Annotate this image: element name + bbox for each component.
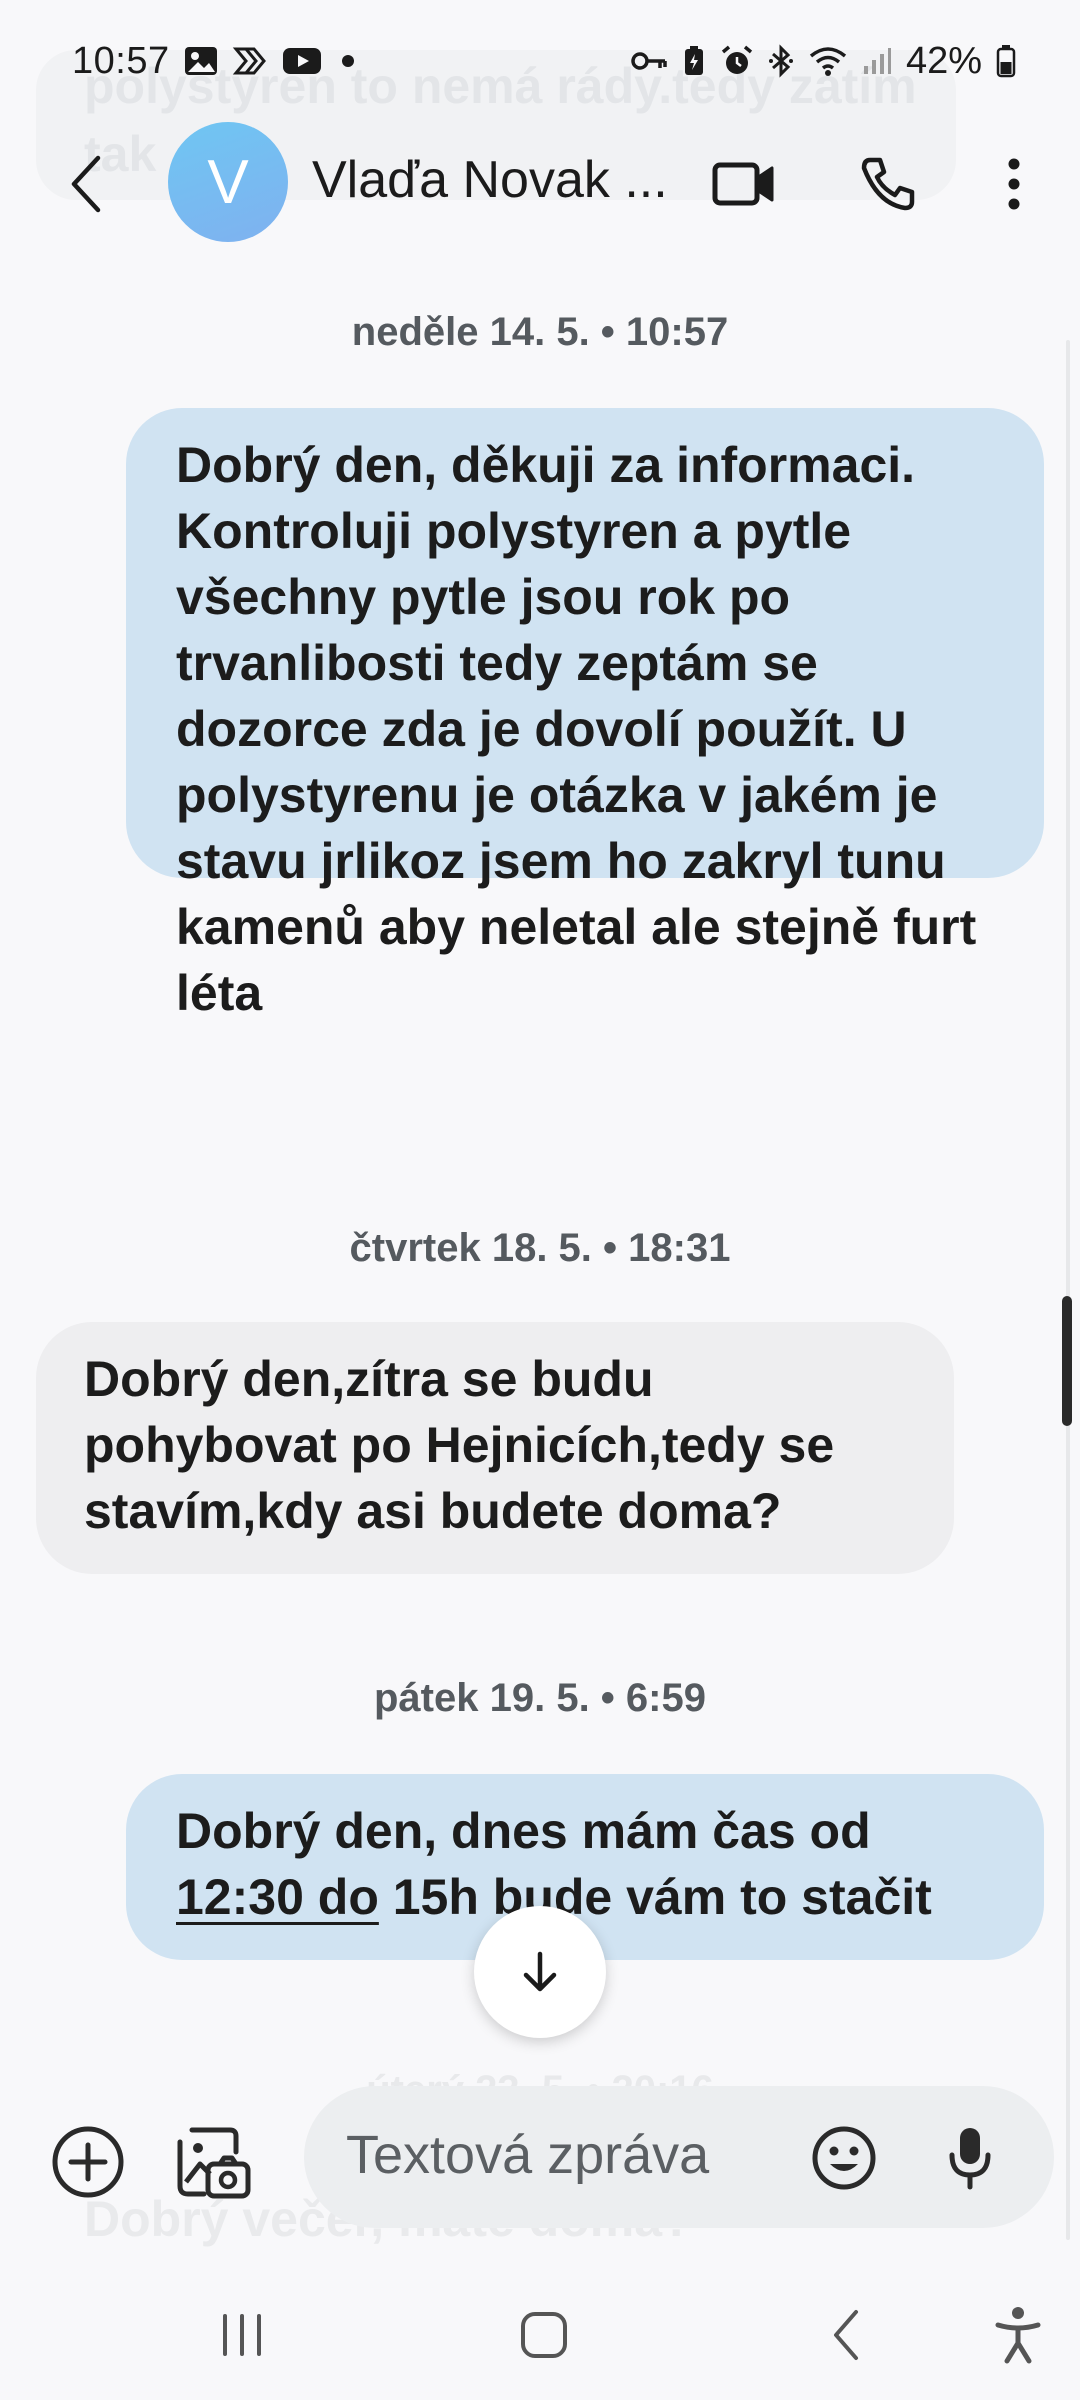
chevron-left-icon [71,155,101,213]
arrow-down-icon [523,1951,557,1992]
back-button[interactable] [56,152,116,216]
scroll-to-bottom-button[interactable] [474,1906,606,2038]
accessibility-icon [995,2307,1041,2364]
emoji-icon [812,2126,876,2190]
recent-apps-icon [223,2314,261,2356]
date-separator: neděle 14. 5. • 10:57 [351,310,729,354]
message-list[interactable]: neděle 14. 5. • 10:57 Dobrý den, děkuji … [0,246,1080,2076]
more-options-button[interactable] [978,148,1050,220]
voice-input-button[interactable] [934,2122,1006,2194]
vpn-key-icon [630,49,668,73]
gallery-icon [184,46,218,76]
message-line: Dobrý den, dnes mám čas od [176,1803,871,1859]
bluetooth-icon [768,44,794,78]
dot-icon [336,49,360,73]
message-input-placeholder: Textová zpráva [346,2125,710,2185]
microphone-icon [949,2128,991,2190]
recent-apps-button[interactable] [202,2300,282,2370]
system-navigation-bar [0,2270,1080,2400]
battery-saver-icon [682,45,706,77]
messages-screen: 10:57 42% polystyren to nemá rády.tedy z… [0,0,1080,2400]
status-right: 42% [630,40,1016,83]
conversation-header: V Vlaďa Novak ... [0,122,1080,246]
time-link[interactable]: 12:30 do [176,1869,379,1925]
message-composer: Textová zpráva [0,2080,1080,2240]
status-time: 10:57 [72,39,170,82]
plus-circle-icon [52,2126,124,2198]
scrollbar-track [1066,340,1070,2240]
avatar[interactable]: V [168,122,288,242]
battery-icon [996,44,1016,78]
date-separator: čtvrtek 18. 5. • 18:31 [349,1226,731,1270]
message-input[interactable]: Textová zpráva [304,2086,1054,2228]
gallery-camera-button[interactable] [170,2120,254,2204]
phone-icon [861,157,915,211]
wifi-icon [808,45,848,77]
battery-percent: 42% [905,39,982,82]
video-camera-icon [712,162,774,206]
stylus-icon [232,45,268,77]
add-attachment-button[interactable] [48,2122,128,2202]
status-bar: 10:57 42% [0,0,1080,122]
more-vertical-icon [1008,158,1020,210]
message-line: 15h bude vám to stačit [378,1869,932,1925]
message-text: Dobrý den, děkuji za informaci. Kontrolu… [176,437,977,1021]
emoji-button[interactable] [808,2122,880,2194]
date-separator: pátek 19. 5. • 6:59 [374,1676,706,1720]
youtube-icon [282,46,322,76]
status-left: 10:57 [72,40,360,83]
message-text: Dobrý den,zítra se budu pohybovat po Hej… [84,1351,835,1539]
incoming-message[interactable]: Dobrý den,zítra se budu pohybovat po Hej… [36,1322,954,1574]
voice-call-button[interactable] [852,148,924,220]
home-button[interactable] [504,2300,584,2370]
message-text: Dobrý den, dnes mám čas od 12:30 do 15h … [176,1798,1004,1930]
accessibility-button[interactable] [978,2300,1058,2370]
video-call-button[interactable] [708,148,780,220]
home-icon [521,2312,567,2358]
contact-name[interactable]: Vlaďa Novak ... [312,150,672,210]
outgoing-message[interactable]: Dobrý den, děkuji za informaci. Kontrolu… [126,408,1044,1021]
alarm-icon [720,44,754,78]
back-arrow-icon [834,2310,858,2360]
signal-icon [862,46,892,76]
system-back-button[interactable] [806,2300,886,2370]
scrollbar-thumb[interactable] [1062,1296,1072,1426]
gallery-camera-icon [177,2127,251,2199]
